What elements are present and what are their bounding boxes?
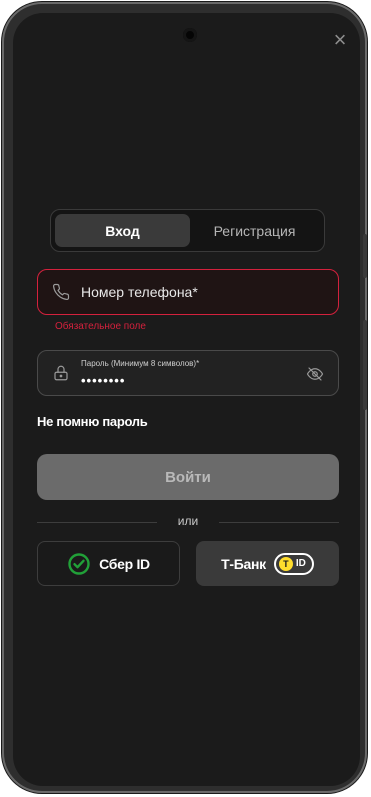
volume-button (363, 234, 367, 278)
tbank-id-badge: Т ID (273, 552, 314, 575)
close-icon[interactable]: × (330, 29, 350, 51)
password-label: Пароль (Минимум 8 символов)* (81, 359, 200, 368)
lock-icon (54, 365, 68, 381)
phone-icon (52, 283, 70, 301)
sber-id-label: Сбер ID (99, 555, 150, 572)
tbank-shield-icon: Т (278, 556, 293, 571)
auth-tabs: Вход Регистрация (50, 209, 325, 252)
tbank-id-button[interactable]: Т-Банк Т ID (196, 541, 339, 586)
login-button[interactable]: Войти (37, 454, 339, 500)
phone-frame: × Вход Регистрация Номер телефона* Обяза… (2, 2, 367, 793)
phone-field[interactable]: Номер телефона* (37, 269, 339, 315)
tbank-label: Т-Банк (221, 555, 266, 572)
tbank-id-text: ID (295, 558, 306, 569)
divider-text: или (177, 514, 199, 528)
screen: × Вход Регистрация Номер телефона* Обяза… (13, 13, 360, 786)
sber-id-button[interactable]: Сбер ID (37, 541, 180, 586)
tab-register[interactable]: Регистрация (187, 214, 322, 247)
forgot-password-link[interactable]: Не помню пароль (37, 414, 148, 429)
tab-login[interactable]: Вход (55, 214, 190, 247)
password-field[interactable]: Пароль (Минимум 8 символов)* •••••••• (37, 350, 339, 396)
sber-check-icon (68, 552, 90, 575)
divider: или (37, 514, 339, 530)
phone-error-text: Обязательное поле (55, 321, 146, 332)
camera-icon (183, 28, 197, 42)
divider-line-right (219, 522, 339, 523)
password-input[interactable]: •••••••• (81, 373, 125, 388)
eye-off-icon[interactable] (306, 365, 324, 383)
power-button (363, 320, 367, 410)
phone-input-placeholder[interactable]: Номер телефона* (81, 284, 198, 300)
